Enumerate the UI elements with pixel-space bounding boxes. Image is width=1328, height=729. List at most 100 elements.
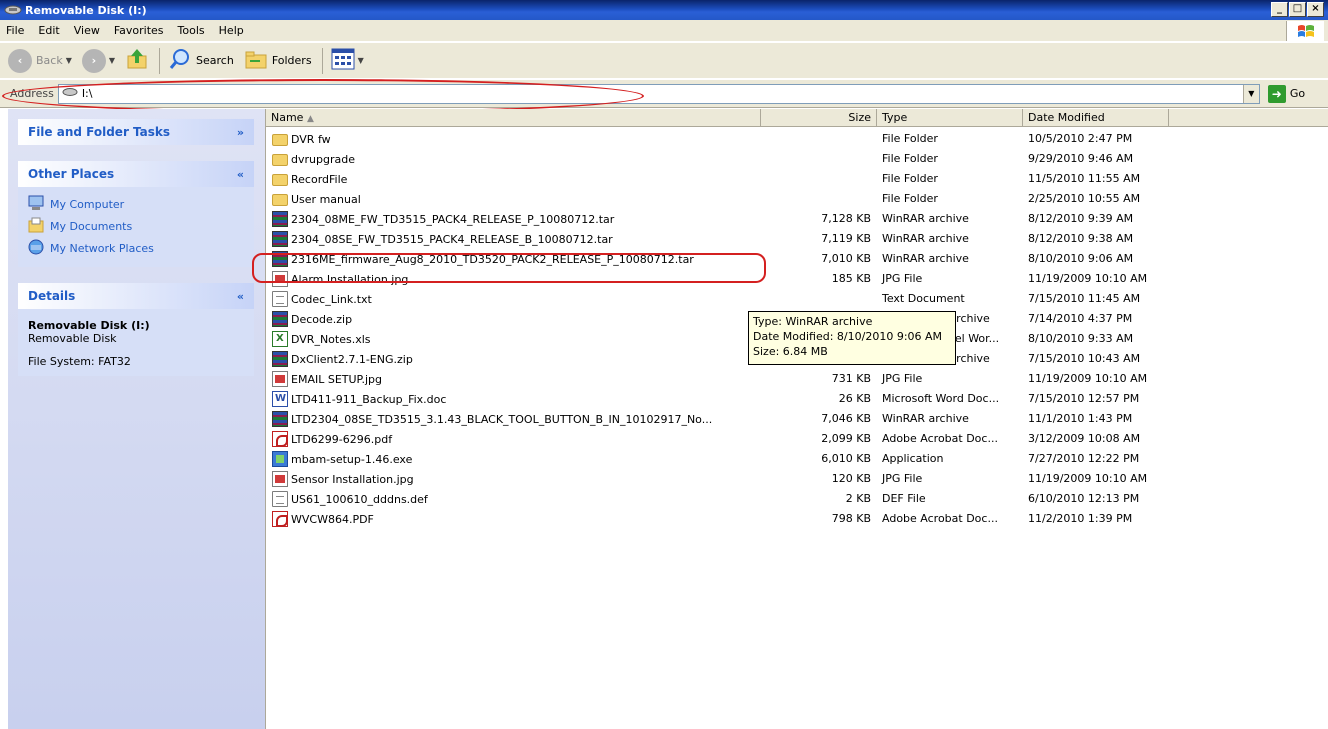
forward-button[interactable]: › ▼ — [78, 46, 119, 76]
close-button[interactable]: × — [1307, 2, 1324, 17]
file-type: JPG File — [882, 372, 923, 385]
details-filesystem: File System: FAT32 — [28, 355, 131, 368]
file-date: 11/19/2009 10:10 AM — [1028, 472, 1148, 485]
file-row[interactable]: User manual File Folder 2/25/2010 10:55 AM — [266, 189, 1328, 209]
file-row[interactable]: 2304_08SE_FW_TD3515_PACK4_RELEASE_B_1008… — [266, 229, 1328, 249]
file-row[interactable]: US61_100610_dddns.def 2 KB DEF File 6/10/20… — [266, 489, 1328, 509]
place-my-computer[interactable]: My Computer — [28, 193, 244, 215]
file-list[interactable]: Name ▲ Size Type Date Modified DVR fw Fil… — [266, 109, 1328, 729]
place-my-network-places[interactable]: My Network Places — [28, 237, 244, 259]
file-size: 798 KB — [831, 512, 871, 525]
file-row[interactable]: 2304_08ME_FW_TD3515_PACK4_RELEASE_P_1008… — [266, 209, 1328, 229]
place-my-documents[interactable]: My Documents — [28, 215, 244, 237]
file-folder-tasks-header[interactable]: File and Folder Tasks » — [18, 119, 254, 145]
file-name: DVR fw — [291, 132, 331, 146]
file-row[interactable]: LTD411-911_Backup_Fix.doc26 KBMicrosoft … — [266, 389, 1328, 409]
file-row[interactable]: DVR fw File Folder 10/5/2010 2:47 PM — [266, 129, 1328, 149]
other-places-header[interactable]: Other Places « — [18, 161, 254, 187]
folder-file-icon — [272, 134, 288, 146]
details-type: Removable Disk — [28, 332, 117, 345]
folder-file-icon — [272, 154, 288, 166]
file-type: Microsoft Word Doc... — [882, 392, 1000, 405]
forward-arrow-icon: › — [81, 48, 106, 73]
menu-view[interactable]: View — [74, 24, 100, 37]
file-date: 11/19/2009 10:10 AM — [1028, 372, 1148, 385]
column-header-name[interactable]: Name ▲ — [266, 109, 761, 127]
file-row[interactable]: EMAIL SETUP.jpg 731 KB JPG File 11/19/2009 … — [266, 369, 1328, 389]
file-name-cell[interactable]: DVR fw — [272, 131, 331, 147]
file-name-cell[interactable]: User manual — [272, 191, 361, 207]
details-name: Removable Disk (I:) — [28, 319, 150, 332]
folders-button[interactable]: Folders — [240, 46, 316, 76]
file-date: 7/14/2010 4:37 PM — [1028, 312, 1133, 325]
minimize-button[interactable]: _ — [1271, 2, 1288, 17]
task-pane: File and Folder Tasks » Other Places « M… — [8, 109, 266, 729]
file-row[interactable]: Sensor Installation.jpg 120 KB JPG File 11/… — [266, 469, 1328, 489]
tooltip-size: Size: 6.84 MB — [753, 345, 828, 358]
file-name-cell[interactable]: Decode.zip — [272, 311, 352, 327]
column-header-type[interactable]: Type — [877, 109, 1023, 127]
tooltip-type: Type: WinRAR archive — [753, 315, 873, 328]
file-date: 7/15/2010 11:45 AM — [1028, 292, 1141, 305]
chevron-up-icon[interactable]: « — [237, 290, 244, 303]
file-date: 7/15/2010 10:43 AM — [1028, 352, 1141, 365]
toolbar: ‹ Back ▼ › ▼ Search Folders ▼ — [0, 43, 1328, 79]
file-name-cell[interactable]: dvrupgrade — [272, 151, 355, 167]
menu-edit[interactable]: Edit — [38, 24, 59, 37]
file-row[interactable]: LTD6299-6296.pdf 2,099 KB Adobe Acrobat Do… — [266, 429, 1328, 449]
go-arrow-icon: ➜ — [1267, 84, 1286, 103]
chevron-down-icon[interactable]: » — [237, 126, 244, 139]
column-header-date[interactable]: Date Modified — [1023, 109, 1169, 127]
file-row[interactable]: LTD2304_08SE_TD3515_3.1.43_BLACK_TOOL_BU… — [266, 409, 1328, 429]
windows-logo-icon — [1286, 21, 1324, 41]
maximize-button[interactable]: □ — [1289, 2, 1306, 17]
file-row[interactable]: RecordFile File Folder 11/5/2010 11:55 AM — [266, 169, 1328, 189]
menu-tools[interactable]: Tools — [178, 24, 205, 37]
file-date: 11/1/2010 1:43 PM — [1028, 412, 1133, 425]
address-bar: Address I:\ ▼ ➜ Go — [0, 80, 1328, 108]
file-size: 6,010 KB — [821, 452, 871, 465]
file-row[interactable]: WVCW864.PDF 798 KB Adobe Acrobat Doc... 11/… — [266, 509, 1328, 529]
file-row[interactable]: Codec_Link.txt Text Document 7/15/2010 11:… — [266, 289, 1328, 309]
file-name: dvrupgrade — [291, 152, 355, 166]
file-size: 26 KB — [838, 392, 871, 405]
address-dropdown-icon[interactable]: ▼ — [1242, 84, 1259, 103]
tooltip-date: Date Modified: 8/10/2010 9:06 AM — [753, 330, 943, 343]
file-folder-tasks-panel: File and Folder Tasks » — [18, 119, 254, 145]
file-date: 8/10/2010 9:06 AM — [1028, 252, 1134, 265]
go-button[interactable]: ➜ Go — [1267, 84, 1305, 103]
file-size: 7,128 KB — [821, 212, 871, 225]
folders-icon — [244, 47, 268, 74]
views-button[interactable]: ▼ — [327, 46, 368, 76]
file-date: 7/15/2010 12:57 PM — [1028, 392, 1140, 405]
sort-ascending-icon: ▲ — [306, 114, 314, 124]
back-button[interactable]: ‹ Back ▼ — [4, 46, 76, 76]
menu-favorites[interactable]: Favorites — [114, 24, 164, 37]
menu-bar: File Edit View Favorites Tools Help — [0, 20, 1328, 42]
menu-help[interactable]: Help — [219, 24, 244, 37]
file-name-cell[interactable]: Codec_Link.txt — [272, 291, 372, 307]
file-type: JPG File — [882, 272, 923, 285]
file-type: File Folder — [882, 132, 938, 145]
file-row[interactable]: Alarm Installation.jpg 185 KB JPG File 11/1… — [266, 269, 1328, 289]
address-input[interactable]: I:\ ▼ — [57, 83, 1260, 104]
search-button[interactable]: Search — [164, 46, 238, 76]
file-date: 7/27/2010 12:22 PM — [1028, 452, 1140, 465]
up-folder-button[interactable] — [121, 46, 153, 76]
file-name-cell[interactable]: RecordFile — [272, 171, 347, 187]
file-type: WinRAR archive — [882, 252, 969, 265]
menu-file[interactable]: File — [6, 24, 24, 37]
file-type: File Folder — [882, 152, 938, 165]
details-header[interactable]: Details « — [18, 283, 254, 309]
chevron-down-icon: ▼ — [357, 56, 364, 65]
column-header-size[interactable]: Size — [761, 109, 877, 127]
file-row[interactable]: 2316ME_firmware_Aug8_2010_TD3520_PACK2_R… — [266, 249, 1328, 269]
file-row[interactable]: mbam-setup-1.46.exe 6,010 KB Application 7/… — [266, 449, 1328, 469]
my-documents-icon — [28, 217, 44, 236]
address-label: Address — [10, 87, 54, 100]
views-icon — [331, 48, 355, 73]
chevron-up-icon[interactable]: « — [237, 168, 244, 181]
file-row[interactable]: dvrupgrade File Folder 9/29/2010 9:46 AM — [266, 149, 1328, 169]
title-bar[interactable]: Removable Disk (I:) _ □ × — [0, 0, 1328, 20]
file-name: Codec_Link.txt — [291, 292, 372, 306]
